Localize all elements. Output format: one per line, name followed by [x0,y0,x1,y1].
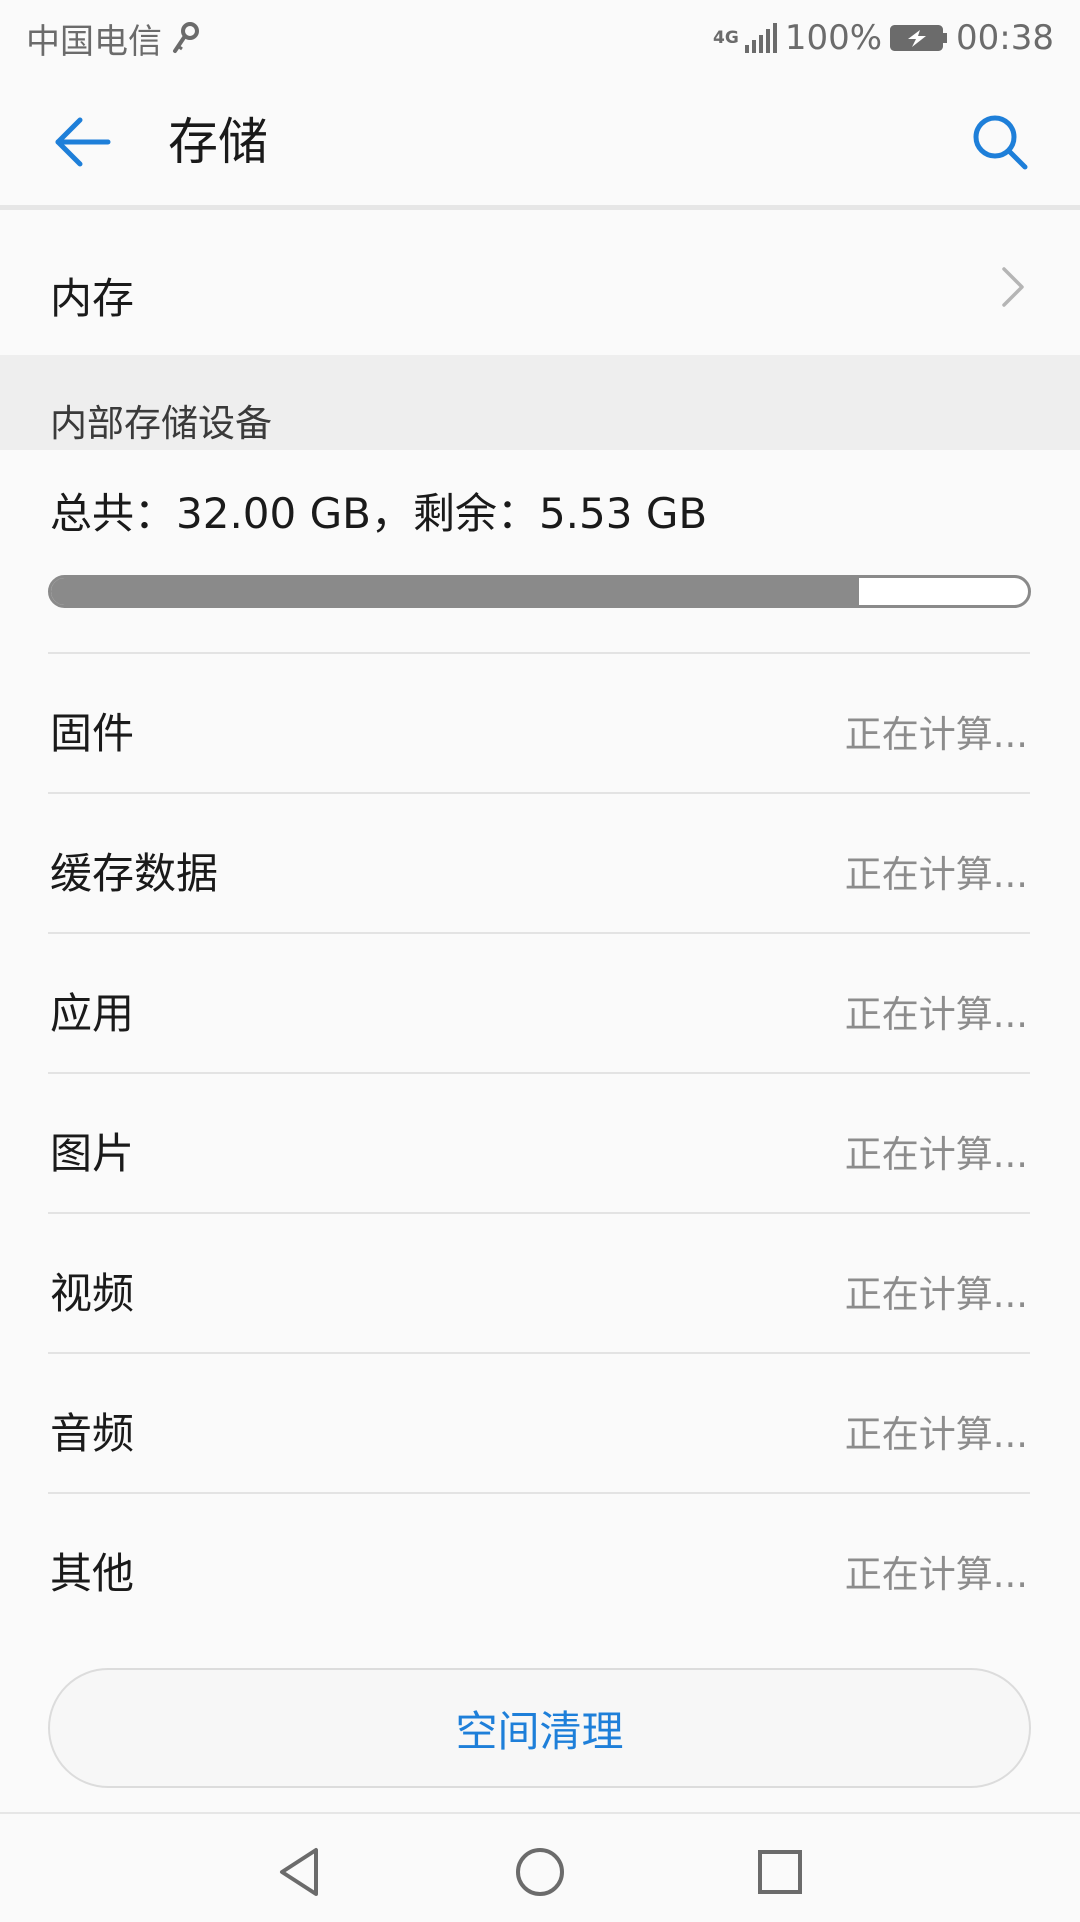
status-left: 中国电信 [26,14,200,63]
row-value: 正在计算... [844,1413,1028,1456]
memory-label: 内存 [50,274,135,323]
list-item-other[interactable]: 其他 正在计算... [48,1492,1030,1632]
section-title: 内部存储设备 [50,402,272,445]
list-item-apps[interactable]: 应用 正在计算... [48,932,1030,1072]
chevron-right-icon [1002,267,1024,307]
key-icon [172,21,200,55]
row-value: 正在计算... [844,1553,1028,1596]
network-type: 4G [713,27,739,48]
app-bar: 存储 [0,76,1080,210]
storage-usage-fill [51,578,859,605]
row-value: 正在计算... [844,993,1028,1036]
row-value: 正在计算... [844,853,1028,896]
back-button[interactable] [52,112,112,172]
nav-back-button[interactable] [270,1842,330,1902]
nav-recents-button[interactable] [750,1842,810,1902]
row-label: 图片 [50,1129,135,1178]
list-item-pictures[interactable]: 图片 正在计算... [48,1072,1030,1212]
row-value: 正在计算... [844,1133,1028,1176]
nav-home-button[interactable] [510,1842,570,1902]
navigation-bar [0,1812,1080,1922]
arrow-left-icon [55,117,111,167]
clean-space-label: 空间清理 [455,1706,624,1756]
status-bar: 中国电信 4G 100% 00:38 [0,0,1080,76]
row-label: 固件 [50,709,135,758]
recents-square-icon [758,1850,802,1894]
row-label: 其他 [50,1549,135,1598]
row-label: 应用 [50,989,135,1038]
signal-icon [743,23,777,53]
search-button[interactable] [970,112,1030,172]
storage-usage-bar [48,575,1031,608]
list-item-audio[interactable]: 音频 正在计算... [48,1352,1030,1492]
row-value: 正在计算... [844,713,1028,756]
row-label: 音频 [50,1409,135,1458]
row-label: 缓存数据 [50,849,219,898]
battery-percent: 100% [784,18,883,58]
storage-summary: 总共：32.00 GB，剩余：5.53 GB [50,489,708,538]
clock: 00:38 [956,18,1054,58]
carrier-name: 中国电信 [26,21,162,62]
section-header: 内部存储设备 [0,355,1080,450]
battery-charging-icon [890,23,948,53]
clean-space-button[interactable]: 空间清理 [48,1668,1031,1788]
row-value: 正在计算... [844,1273,1028,1316]
list-item-videos[interactable]: 视频 正在计算... [48,1212,1030,1352]
memory-row[interactable]: 内存 [0,215,1080,355]
page-title: 存储 [168,113,268,171]
home-circle-icon [516,1848,564,1896]
list-item-cache[interactable]: 缓存数据 正在计算... [48,792,1030,932]
search-icon [973,115,1028,170]
category-list: 固件 正在计算... 缓存数据 正在计算... 应用 正在计算... 图片 正在… [0,652,1080,1632]
status-right: 4G 100% 00:38 [713,18,1054,58]
back-triangle-icon [280,1848,318,1896]
list-item-firmware[interactable]: 固件 正在计算... [48,652,1030,792]
row-label: 视频 [50,1269,135,1318]
